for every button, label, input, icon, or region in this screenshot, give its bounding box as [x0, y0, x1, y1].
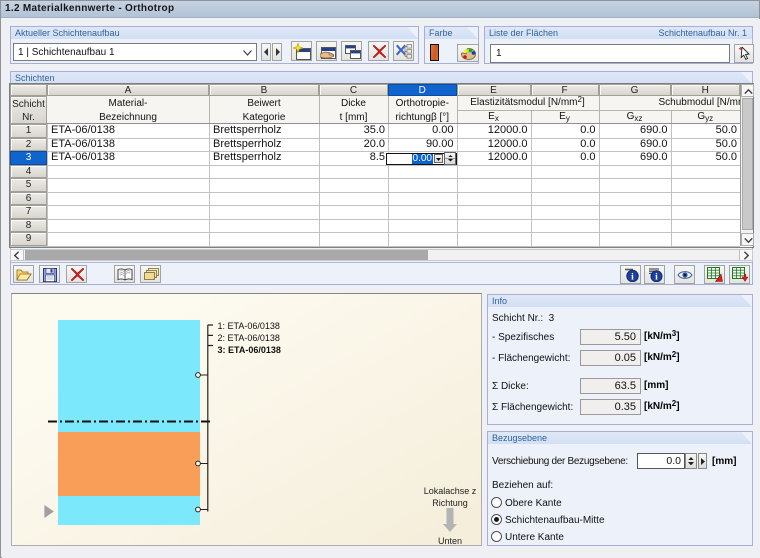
svg-text:i: i	[655, 272, 658, 281]
svg-text:i: i	[631, 272, 634, 282]
